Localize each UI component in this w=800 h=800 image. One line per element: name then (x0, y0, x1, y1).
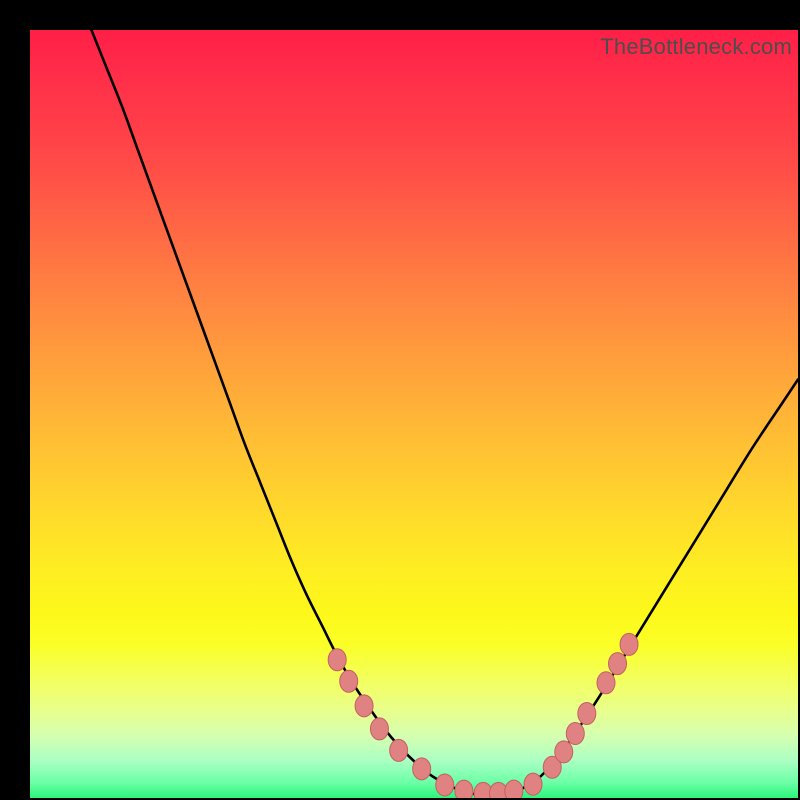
curve-bead (436, 774, 454, 796)
curve-bead (455, 780, 473, 798)
curve-bead (489, 782, 507, 798)
curve-bead (474, 782, 492, 798)
curve-bead (620, 633, 638, 655)
chart-plot-area: TheBottleneck.com (30, 30, 798, 798)
curve-bead (543, 756, 561, 778)
curve-bead (505, 780, 523, 798)
watermark-text: TheBottleneck.com (600, 34, 792, 60)
curve-bead (328, 649, 346, 671)
curve-beads-group (328, 633, 638, 798)
curve-bead (390, 739, 408, 761)
curve-bead (355, 695, 373, 717)
curve-bead (578, 703, 596, 725)
curve-bead (340, 670, 358, 692)
curve-bead (524, 773, 542, 795)
curve-bead (370, 718, 388, 740)
curve-bead (609, 653, 627, 675)
curve-bead (413, 758, 431, 780)
curve-bead (555, 741, 573, 763)
chart-frame: TheBottleneck.com (0, 0, 800, 800)
curve-bead (566, 722, 584, 744)
bottleneck-curve (91, 30, 798, 795)
curve-bead (597, 672, 615, 694)
chart-svg (30, 30, 798, 798)
